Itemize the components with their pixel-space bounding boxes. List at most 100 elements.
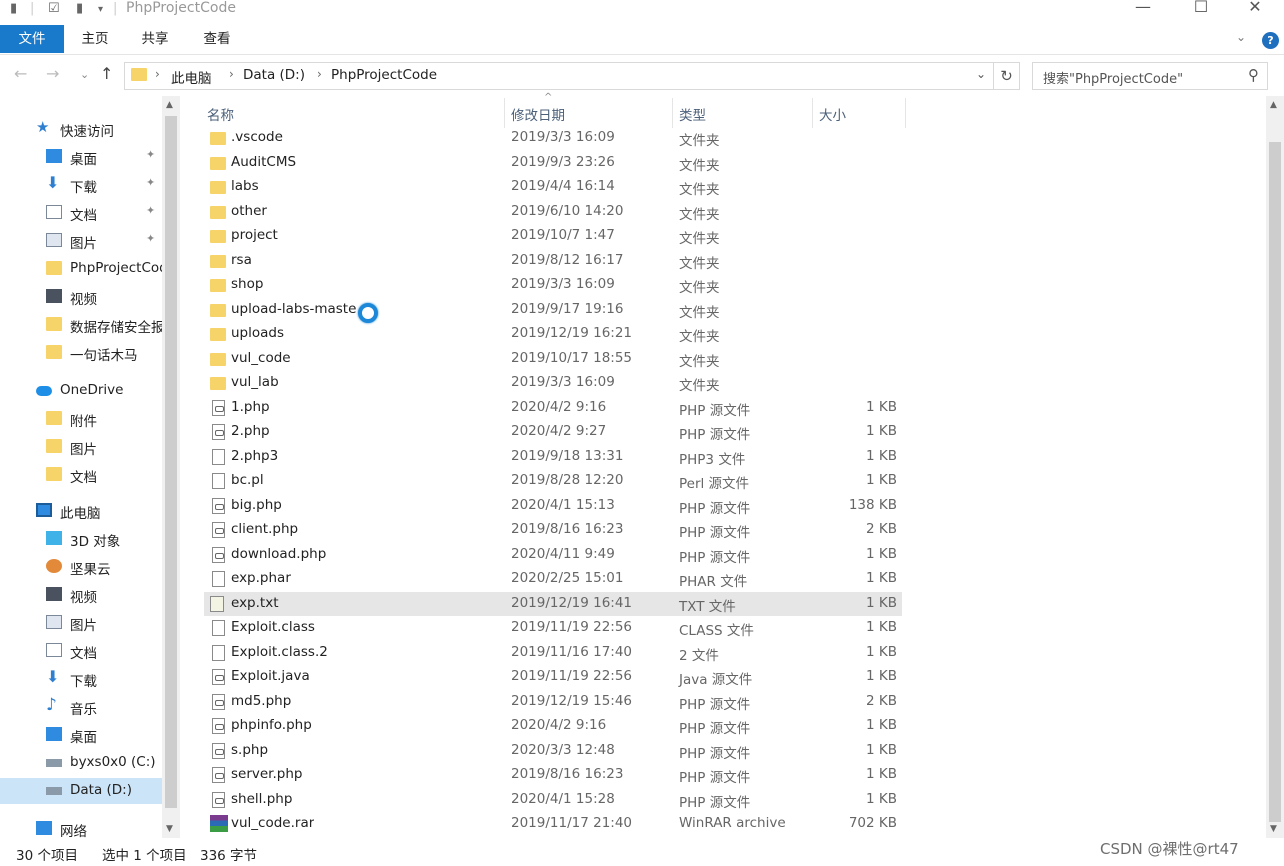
- file-size: 138 KB: [848, 496, 897, 513]
- sidebar-item[interactable]: 桌面: [0, 722, 162, 748]
- file-row[interactable]: AuditCMS 2019/9/3 23:26 文件夹: [204, 151, 902, 175]
- breadcrumb-data-drive[interactable]: Data (D:): [243, 67, 305, 83]
- sidebar-item[interactable]: 视频: [0, 284, 162, 310]
- sidebar-item[interactable]: ⬇ 下载: [0, 666, 162, 692]
- sidebar-item[interactable]: ★ 快速访问: [0, 116, 162, 142]
- file-row[interactable]: uploads 2019/12/19 16:21 文件夹: [204, 322, 902, 346]
- sidebar-item[interactable]: ⬇ 下载 ✦: [0, 172, 162, 198]
- up-button[interactable]: ↑: [100, 64, 113, 83]
- file-list-scrollbar[interactable]: ▲ ▼: [1266, 96, 1284, 838]
- file-row[interactable]: project 2019/10/7 1:47 文件夹: [204, 224, 902, 248]
- tab-view[interactable]: 查看: [192, 25, 242, 53]
- file-row[interactable]: big.php 2020/4/1 15:13 PHP 源文件 138 KB: [204, 494, 902, 518]
- column-date[interactable]: 修改日期: [511, 104, 565, 124]
- file-row[interactable]: Exploit.class 2019/11/19 22:56 CLASS 文件 1 K…: [204, 616, 902, 640]
- sidebar-item[interactable]: 文档 ✦: [0, 200, 162, 226]
- file-row[interactable]: 1.php 2020/4/2 9:16 PHP 源文件 1 KB: [204, 396, 902, 420]
- file-row[interactable]: 2.php 2020/4/2 9:27 PHP 源文件 1 KB: [204, 420, 902, 444]
- sidebar-item[interactable]: 3D 对象: [0, 526, 162, 552]
- sidebar-item[interactable]: 坚果云: [0, 554, 162, 580]
- file-row[interactable]: .vscode 2019/3/3 16:09 文件夹: [204, 126, 902, 150]
- sidebar-item[interactable]: 网络: [0, 816, 162, 838]
- file-row[interactable]: upload-labs-maste 2019/9/17 19:16 文件夹: [204, 298, 902, 322]
- column-divider[interactable]: [672, 98, 673, 128]
- sidebar-item[interactable]: 图片: [0, 610, 162, 636]
- tab-file[interactable]: 文件: [0, 25, 64, 53]
- column-divider[interactable]: [905, 98, 906, 128]
- file-row[interactable]: shell.php 2020/4/1 15:28 PHP 源文件 1 KB: [204, 788, 902, 812]
- chevron-right-icon[interactable]: ›: [317, 67, 322, 81]
- sidebar-item[interactable]: OneDrive: [0, 378, 162, 404]
- scroll-up-icon[interactable]: ▲: [1270, 100, 1277, 110]
- file-row[interactable]: labs 2019/4/4 16:14 文件夹: [204, 175, 902, 199]
- sidebar-item[interactable]: 视频: [0, 582, 162, 608]
- breadcrumb-this-pc[interactable]: 此电脑: [171, 67, 212, 87]
- sidebar-item[interactable]: ♪ 音乐: [0, 694, 162, 720]
- scroll-up-icon[interactable]: ▲: [166, 100, 173, 110]
- file-row[interactable]: vul_lab 2019/3/3 16:09 文件夹: [204, 371, 902, 395]
- sidebar-item[interactable]: PhpProjectCod: [0, 256, 162, 282]
- scroll-down-icon[interactable]: ▼: [166, 824, 173, 834]
- file-row[interactable]: exp.txt 2019/12/19 16:41 TXT 文件 1 KB: [204, 591, 902, 616]
- sidebar-item[interactable]: 文档: [0, 462, 162, 488]
- breadcrumb-phpprojectcode[interactable]: PhpProjectCode: [331, 67, 437, 83]
- chevron-right-icon[interactable]: ›: [229, 67, 234, 81]
- sidebar-item[interactable]: 文档: [0, 638, 162, 664]
- refresh-button[interactable]: ↻: [994, 62, 1020, 90]
- file-row[interactable]: exp.phar 2020/2/25 15:01 PHAR 文件 1 KB: [204, 567, 902, 591]
- maximize-button[interactable]: ☐: [1186, 0, 1216, 16]
- forward-button[interactable]: →: [46, 64, 59, 83]
- sidebar-item[interactable]: 桌面 ✦: [0, 144, 162, 170]
- file-row[interactable]: client.php 2019/8/16 16:23 PHP 源文件 2 KB: [204, 518, 902, 542]
- sidebar-item[interactable]: 图片 ✦: [0, 228, 162, 254]
- column-divider[interactable]: [504, 98, 505, 128]
- customize-toolbar-icon[interactable]: ▾: [98, 4, 103, 15]
- file-row[interactable]: bc.pl 2019/8/28 12:20 Perl 源文件 1 KB: [204, 469, 902, 493]
- back-button[interactable]: ←: [14, 64, 27, 83]
- sidebar-item[interactable]: Data (D:): [0, 778, 162, 804]
- scrollbar-thumb[interactable]: [165, 116, 177, 808]
- file-row[interactable]: shop 2019/3/3 16:09 文件夹: [204, 273, 902, 297]
- chevron-right-icon[interactable]: ›: [155, 67, 160, 81]
- address-bar[interactable]: › 此电脑 › Data (D:) › PhpProjectCode ⌄: [124, 62, 994, 90]
- file-row[interactable]: s.php 2020/3/3 12:48 PHP 源文件 1 KB: [204, 739, 902, 763]
- file-row[interactable]: 2.php3 2019/9/18 13:31 PHP3 文件 1 KB: [204, 445, 902, 469]
- file-row[interactable]: Exploit.class.2 2019/11/16 17:40 2 文件 1 KB: [204, 641, 902, 665]
- help-icon[interactable]: ?: [1262, 32, 1279, 49]
- file-row[interactable]: md5.php 2019/12/19 15:46 PHP 源文件 2 KB: [204, 690, 902, 714]
- file-row[interactable]: phpinfo.php 2020/4/2 9:16 PHP 源文件 1 KB: [204, 714, 902, 738]
- sidebar-item[interactable]: 此电脑: [0, 498, 162, 524]
- file-row[interactable]: rsa 2019/8/12 16:17 文件夹: [204, 249, 902, 273]
- search-input[interactable]: 搜索"PhpProjectCode" ⚲: [1032, 62, 1268, 90]
- sidebar-item[interactable]: 图片: [0, 434, 162, 460]
- file-row[interactable]: download.php 2020/4/11 9:49 PHP 源文件 1 KB: [204, 543, 902, 567]
- column-divider[interactable]: [812, 98, 813, 128]
- file-row[interactable]: vul_code.rar 2019/11/17 21:40 WinRAR archi…: [204, 812, 902, 836]
- column-size[interactable]: 大小: [819, 104, 846, 124]
- column-name[interactable]: 名称: [207, 104, 234, 124]
- sidebar-item[interactable]: 一句话木马: [0, 340, 162, 366]
- file-row[interactable]: Exploit.java 2019/11/19 22:56 Java 源文件 1 KB: [204, 665, 902, 689]
- minimize-button[interactable]: —: [1128, 0, 1158, 16]
- sidebar-item[interactable]: 数据存储安全报: [0, 312, 162, 338]
- new-folder-icon[interactable]: ▮: [76, 1, 83, 16]
- column-type[interactable]: 类型: [679, 104, 706, 124]
- chevron-down-icon[interactable]: ⌄: [976, 67, 986, 81]
- file-name: .vscode: [231, 129, 283, 145]
- search-icon[interactable]: ⚲: [1248, 66, 1259, 84]
- recent-locations-icon[interactable]: ⌄: [80, 68, 89, 81]
- file-row[interactable]: vul_code 2019/10/17 18:55 文件夹: [204, 347, 902, 371]
- file-row[interactable]: other 2019/6/10 14:20 文件夹: [204, 200, 902, 224]
- sidebar-item[interactable]: 附件: [0, 406, 162, 432]
- sidebar-item[interactable]: byxs0x0 (C:): [0, 750, 162, 776]
- properties-icon[interactable]: ☑: [48, 1, 60, 16]
- scrollbar-thumb[interactable]: [1269, 142, 1281, 822]
- sidebar-scrollbar[interactable]: ▲ ▼: [162, 96, 180, 838]
- close-button[interactable]: ✕: [1240, 0, 1270, 16]
- tab-share[interactable]: 共享: [130, 25, 180, 53]
- file-type: PHP 源文件: [679, 525, 751, 541]
- file-row[interactable]: server.php 2019/8/16 16:23 PHP 源文件 1 KB: [204, 763, 902, 787]
- expand-ribbon-icon[interactable]: ⌄: [1236, 30, 1246, 44]
- scroll-down-icon[interactable]: ▼: [1270, 824, 1277, 834]
- tab-home[interactable]: 主页: [70, 25, 120, 53]
